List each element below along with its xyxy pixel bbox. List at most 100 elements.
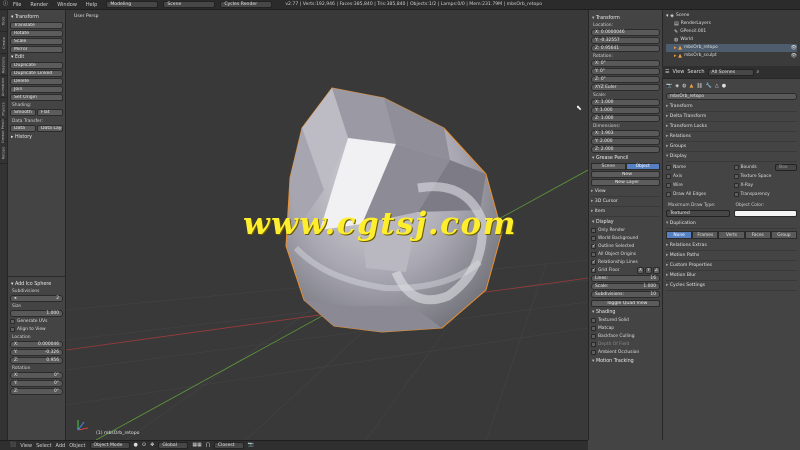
display-name-checkbox[interactable]: Name (666, 164, 730, 171)
props-relations-panel[interactable]: Relations (666, 132, 797, 142)
gp-new-button[interactable]: New (591, 171, 660, 178)
visibility-eye-icon[interactable]: 👁 (791, 53, 797, 59)
toggle-quad-view-button[interactable]: Toggle Quad View (591, 300, 660, 307)
grid-lines-field[interactable]: Lines: 16 (591, 275, 660, 282)
outliner-scene[interactable]: ▾ ◈ Scene (666, 12, 797, 20)
location-z-field[interactable]: Z: 0.956 (10, 357, 63, 364)
max-draw-type-dropdown[interactable]: Textured (666, 210, 730, 217)
flat-button[interactable]: Flat (37, 109, 63, 116)
data-layout-button[interactable]: Data Layo (37, 125, 63, 132)
props-groups-panel[interactable]: Groups (666, 142, 797, 152)
display-transparency-checkbox[interactable]: Transparency (733, 191, 798, 198)
props-transform-locks-panel[interactable]: Transform Locks (666, 122, 797, 132)
info-editor-icon[interactable]: ⓘ (3, 2, 8, 7)
props-transform-panel[interactable]: Transform (666, 102, 797, 112)
gp-object-tab[interactable]: Object (625, 163, 660, 170)
props-duplication-panel[interactable]: Duplication (666, 219, 797, 229)
depth-of-field-checkbox[interactable]: Depth Of Field (591, 341, 660, 348)
grid-floor-checkbox[interactable]: Grid Floor X Y Z (591, 266, 660, 274)
axis-z-toggle[interactable]: Z (653, 266, 660, 274)
item-panel[interactable]: Item (591, 207, 660, 217)
object-name-field[interactable]: mbsOrb_retopo (666, 93, 797, 100)
motion-tracking-header[interactable]: Motion Tracking (592, 359, 660, 364)
screen-layout-dropdown[interactable]: Modeling (106, 1, 159, 8)
outliner-editor-icon[interactable]: ☰ (665, 69, 669, 75)
display-draw-all-edges-checkbox[interactable]: Draw All Edges (666, 191, 730, 198)
gp-scene-tab[interactable]: Scene (591, 163, 626, 170)
tab-retopo[interactable]: Retopo (0, 142, 7, 164)
layers-icon[interactable]: ▦▦ (192, 443, 201, 448)
display-xray-checkbox[interactable]: X-Ray (733, 182, 798, 189)
world-tab-icon[interactable]: ◍ (682, 83, 686, 89)
props-cycles-settings-panel[interactable]: Cycles Settings (666, 281, 797, 291)
textured-solid-checkbox[interactable]: Textured Solid (591, 317, 660, 324)
subdivisions-field[interactable]: ◂ 2 (10, 295, 63, 302)
rotation-mode-dropdown[interactable]: XYZ Euler (591, 84, 660, 91)
dup-faces-tab[interactable]: Faces (744, 231, 771, 239)
material-tab-icon[interactable]: ● (722, 83, 726, 89)
duplicate-button[interactable]: Duplicate (10, 62, 63, 69)
relationship-lines-checkbox[interactable]: Relationship Lines (591, 259, 660, 266)
n-transform-header[interactable]: Transform (592, 16, 660, 21)
view-panel[interactable]: View (591, 187, 660, 197)
tab-physics[interactable]: Physics (0, 98, 7, 120)
object-tab-icon[interactable]: ▲ (689, 83, 693, 89)
scene-tab-icon[interactable]: ◈ (675, 83, 679, 89)
n-dimensions-z[interactable]: Z: 2.000 (591, 146, 660, 153)
outliner-world[interactable]: ◍ World (666, 36, 797, 44)
dup-frames-tab[interactable]: Frames (692, 231, 719, 239)
outliner-mbsorb-sculpt[interactable]: ▸ ▲ mbsOrb_sculpt 👁 (666, 52, 797, 60)
props-delta-transform-panel[interactable]: Delta Transform (666, 112, 797, 122)
dup-none-tab[interactable]: None (666, 231, 693, 239)
axis-y-toggle[interactable]: Y (645, 266, 652, 274)
outliner-display-mode-dropdown[interactable]: All Scenes (707, 68, 754, 76)
viewport-shading-icon[interactable]: ● (134, 443, 138, 448)
render-preview-icon[interactable]: 📷 (248, 443, 254, 448)
modifiers-tab-icon[interactable]: 🔧 (706, 83, 712, 89)
render-tab-icon[interactable]: 📷 (666, 83, 672, 89)
gp-new-layer-button[interactable]: New Layer (591, 179, 660, 186)
scene-dropdown[interactable]: Scene (163, 1, 216, 8)
menu-file[interactable]: File (13, 2, 21, 8)
n-dimensions-y[interactable]: Y: 2.000 (591, 138, 660, 145)
rotation-y-field[interactable]: Y: 0° (10, 380, 63, 387)
menu-help[interactable]: Help (86, 2, 97, 8)
menu-render[interactable]: Render (30, 2, 48, 8)
grease-pencil-header[interactable]: Grease Pencil (592, 156, 660, 161)
display-bounds-checkbox[interactable]: Bounds Box (733, 164, 797, 171)
location-x-field[interactable]: X: 0.000046 (10, 341, 63, 348)
operator-title[interactable]: ▾ Add Ico Sphere (11, 282, 63, 287)
visibility-eye-icon[interactable]: 👁 (791, 45, 797, 51)
n-scale-y[interactable]: Y: 1.000 (591, 107, 660, 114)
tab-grease-pencil[interactable]: Grease Pencil (0, 118, 7, 143)
constraints-tab-icon[interactable]: ⛓ (696, 83, 702, 89)
history-panel-header[interactable]: ▸ History (11, 135, 63, 140)
outliner-search-menu[interactable]: Search (687, 69, 704, 75)
n-location-x[interactable]: X: 0.0000046 (591, 29, 660, 36)
mirror-button[interactable]: Mirror (10, 46, 63, 53)
shading-panel-header[interactable]: Shading (592, 310, 660, 315)
n-scale-z[interactable]: Z: 1.000 (591, 115, 660, 122)
menu-view[interactable]: View (20, 443, 32, 449)
n-rotation-y[interactable]: Y: 0° (591, 68, 660, 75)
snap-target-dropdown[interactable]: Closest (213, 442, 244, 449)
n-rotation-z[interactable]: Z: 0° (591, 76, 660, 83)
interaction-mode-dropdown[interactable]: Object Mode (89, 442, 130, 449)
location-y-field[interactable]: Y: -0.326 (10, 349, 63, 356)
outline-selected-checkbox[interactable]: Outline Selected (591, 243, 660, 250)
props-motion-blur-panel[interactable]: Motion Blur (666, 271, 797, 281)
smooth-button[interactable]: Smooth (10, 109, 36, 116)
align-to-view-checkbox[interactable]: Align to View (10, 326, 63, 333)
snap-magnet-icon[interactable]: ⋂ (206, 443, 210, 448)
manipulator-icon[interactable]: ✥ (150, 443, 154, 448)
axis-x-toggle[interactable]: X (637, 266, 644, 274)
transform-orientation-dropdown[interactable]: Global (158, 442, 189, 449)
display-panel-header[interactable]: Display (592, 220, 660, 225)
props-motion-paths-panel[interactable]: Motion Paths (666, 251, 797, 261)
translate-button[interactable]: Translate (10, 22, 63, 29)
outliner-renderlayers[interactable]: ▤ RenderLayers (666, 20, 797, 28)
tab-tools[interactable]: Tools (0, 10, 7, 32)
scale-button[interactable]: Scale (10, 38, 63, 45)
n-location-y[interactable]: Y: -0.32557 (591, 37, 660, 44)
outliner-gpencil[interactable]: ✎ GPencil.001 (666, 28, 797, 36)
